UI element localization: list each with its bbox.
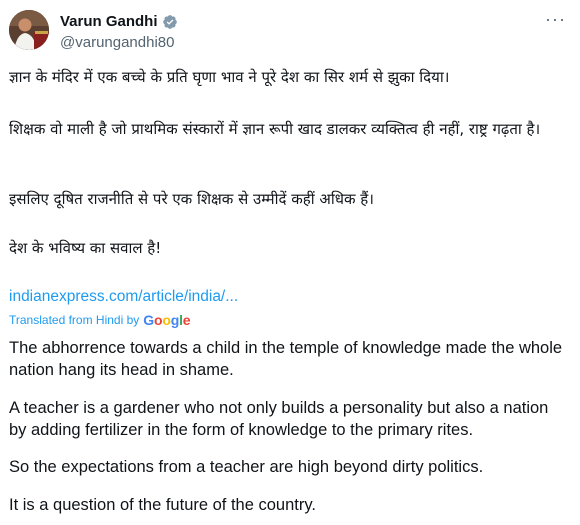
tweet-translation-3: So the expectations from a teacher are h…: [9, 458, 484, 476]
translation-attribution[interactable]: Translated from Hindi by Google: [9, 312, 191, 328]
author-name[interactable]: Varun Gandhi: [60, 13, 158, 30]
avatar[interactable]: [9, 10, 49, 50]
tweet-text-hindi-2: शिक्षक वो माली है जो प्राथमिक संस्कारों …: [9, 120, 541, 138]
author-name-row: Varun Gandhi: [60, 12, 178, 31]
tweet-text-hindi-4: देश के भविष्य का सवाल है!: [9, 239, 162, 257]
article-link[interactable]: indianexpress.com/article/india/...: [9, 288, 238, 306]
tweet-translation-2: A teacher is a gardener who not only bui…: [9, 399, 549, 439]
tweet-header: Varun Gandhi @varungandhi80: [60, 12, 178, 51]
tweet-translation-1: The abhorrence towards a child in the te…: [9, 339, 563, 379]
verified-badge-icon[interactable]: [162, 14, 178, 30]
google-logo: Google: [143, 312, 191, 328]
tweet: Varun Gandhi @varungandhi80 ··· ज्ञान के…: [0, 0, 580, 525]
tweet-text-hindi-3: इसलिए दूषित राजनीति से परे एक शिक्षक से …: [9, 190, 374, 208]
profile-photo-icon: [9, 10, 49, 50]
translation-label: Translated from Hindi by: [9, 313, 140, 327]
author-handle[interactable]: @varungandhi80: [60, 34, 178, 51]
tweet-text-hindi-1: ज्ञान के मंदिर में एक बच्चे के प्रति घृण…: [9, 68, 450, 86]
more-options-icon[interactable]: ···: [545, 10, 566, 28]
tweet-translation-4: It is a question of the future of the co…: [9, 496, 316, 514]
